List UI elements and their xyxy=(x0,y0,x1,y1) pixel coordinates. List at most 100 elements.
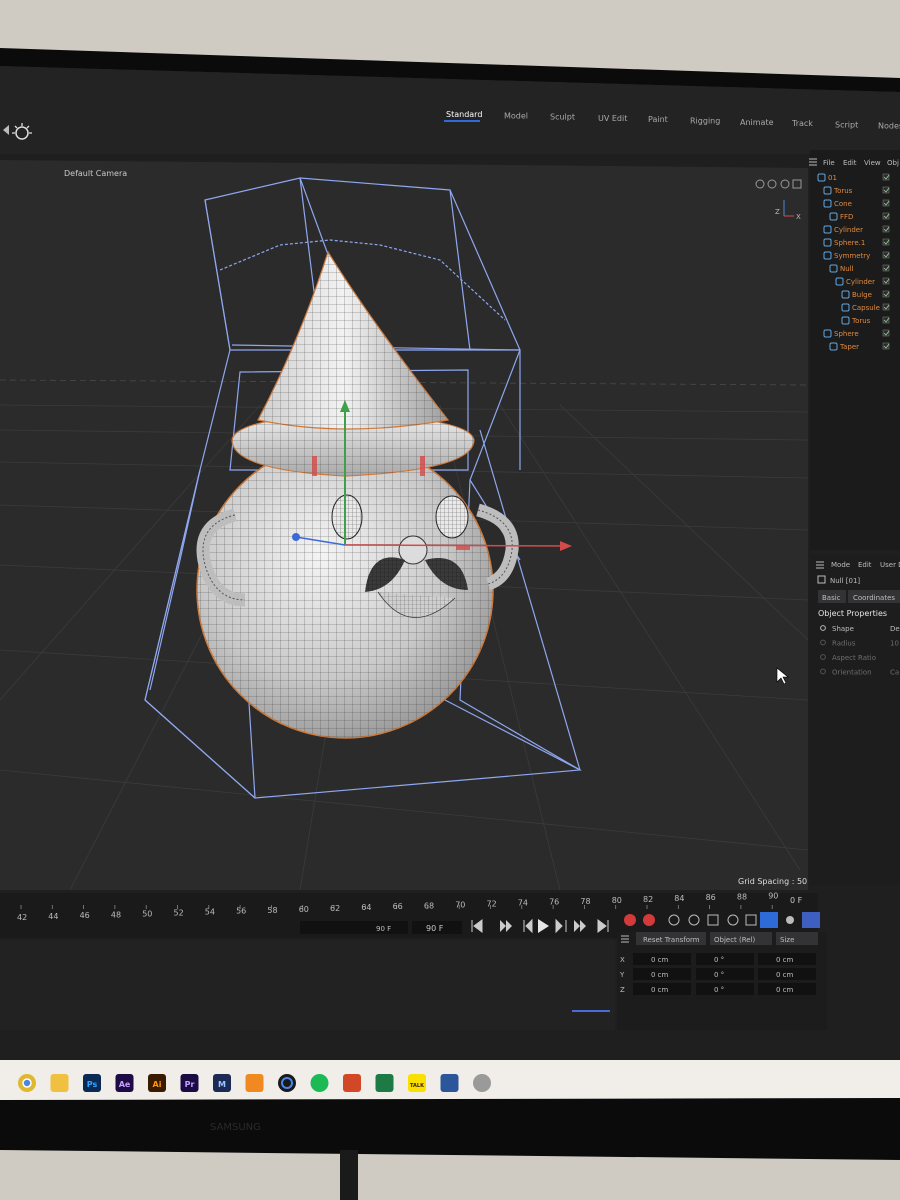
cinema4d-icon[interactable] xyxy=(278,1074,296,1092)
size-field-value: 0 cm xyxy=(776,971,794,979)
ruler-label: 50 xyxy=(142,909,152,918)
screen: Standard Model Sculpt UV Edit Paint Rigging An… xyxy=(0,66,900,1100)
tab-uv-edit[interactable]: UV Edit xyxy=(598,114,627,123)
tab-script[interactable]: Script xyxy=(835,120,858,129)
attr-field-label: Shape xyxy=(832,625,854,633)
axis-label: X xyxy=(620,956,625,964)
attr-field-label: Orientation xyxy=(832,669,872,677)
object-label: Capsule xyxy=(852,304,880,312)
sound-icon[interactable] xyxy=(786,916,794,924)
ruler-label: 88 xyxy=(737,892,747,901)
ruler-label: 70 xyxy=(455,900,465,909)
reset-transform-label: Reset Transform xyxy=(643,936,700,944)
size-field-value: 0 cm xyxy=(776,956,794,964)
coord-mode-label: Object (Rel) xyxy=(714,936,756,944)
attribute-manager xyxy=(810,555,900,885)
kakaotalk-icon[interactable]: TALK xyxy=(408,1074,426,1092)
ruler-label: 64 xyxy=(361,903,371,912)
tab-animate[interactable]: Animate xyxy=(740,118,774,127)
object-label: Cone xyxy=(834,200,852,208)
ruler-label: 60 xyxy=(299,905,309,914)
attr-field-value: Ca xyxy=(890,669,899,677)
ruler-label: 46 xyxy=(80,911,90,920)
illustrator-icon[interactable]: Ai xyxy=(148,1074,166,1092)
tab-standard[interactable]: Standard xyxy=(446,110,482,119)
ruler-label: 80 xyxy=(612,896,622,905)
grid-spacing-label: Grid Spacing : 50 cm xyxy=(738,877,822,886)
ruler-label: 68 xyxy=(424,901,434,910)
media-encoder-icon-label: M xyxy=(218,1080,226,1089)
tab-paint[interactable]: Paint xyxy=(648,115,668,124)
end-frame-field[interactable] xyxy=(300,921,408,934)
ruler-label: 66 xyxy=(393,902,403,911)
axis-x-label: X xyxy=(796,213,801,221)
ruler-label: 90 xyxy=(768,891,778,900)
om-menu-file[interactable]: File xyxy=(823,159,835,167)
size-field-value: 0 cm xyxy=(776,986,794,994)
ruler-label: 44 xyxy=(48,912,58,921)
om-menu-obj[interactable]: Obj xyxy=(887,159,899,167)
excel-icon[interactable] xyxy=(375,1074,394,1092)
attr-object-name: Null [01] xyxy=(830,577,860,585)
rotation-field-value: 0 ° xyxy=(714,971,724,979)
position-field-value: 0 cm xyxy=(651,986,669,994)
spotify-icon[interactable] xyxy=(310,1074,329,1092)
current-frame-field-value: 90 F xyxy=(426,924,444,933)
end-frame-value: 90 F xyxy=(376,925,391,933)
rotation-field[interactable] xyxy=(696,968,754,980)
tab-model[interactable]: Model xyxy=(504,111,528,120)
tab-nodes[interactable]: Nodes xyxy=(878,122,900,131)
keyframe-mode-icon[interactable] xyxy=(802,912,820,928)
object-label: Cylinder xyxy=(846,278,875,286)
blender-icon[interactable] xyxy=(245,1074,264,1092)
object-label: Bulge xyxy=(852,291,872,299)
object-label: Torus xyxy=(833,187,853,195)
size-select-label: Size xyxy=(780,936,794,944)
folder-icon[interactable] xyxy=(50,1074,69,1092)
section-title: Object Properties xyxy=(818,609,887,618)
premiere-icon[interactable]: Pr xyxy=(180,1074,199,1092)
camera-label[interactable]: Default Camera xyxy=(64,169,127,178)
monitor-brand: SAMSUNG xyxy=(210,1122,261,1133)
illustrator-icon-label: Ai xyxy=(153,1080,162,1089)
pla-key-icon[interactable] xyxy=(760,912,778,928)
taskbar-icons: Ps Ae Ai Pr M TALK xyxy=(18,1074,491,1092)
axis-label: Z xyxy=(620,986,625,994)
current-frame: 0 F xyxy=(790,896,803,905)
om-menu-edit[interactable]: Edit xyxy=(843,159,857,167)
ruler-label: 52 xyxy=(174,909,184,918)
rotation-field[interactable] xyxy=(696,953,754,965)
record-icon[interactable] xyxy=(624,914,636,926)
tab-track[interactable]: Track xyxy=(791,119,813,128)
active-tab-underline xyxy=(444,120,480,122)
attr-menu-1[interactable]: Edit xyxy=(858,561,872,569)
photoshop-icon[interactable]: Ps xyxy=(83,1074,101,1092)
tab-sculpt[interactable]: Sculpt xyxy=(550,113,575,122)
rotation-field[interactable] xyxy=(696,983,754,995)
ruler-label: 54 xyxy=(205,908,215,917)
attr-menu-2[interactable]: User D xyxy=(880,561,900,569)
ruler-label: 76 xyxy=(549,898,559,907)
photoshop-icon-label: Ps xyxy=(87,1080,98,1089)
apple-icon[interactable] xyxy=(473,1074,491,1092)
powerpoint-icon[interactable] xyxy=(343,1074,361,1092)
attr-field-value: 10 xyxy=(890,640,899,648)
om-menu-view[interactable]: View xyxy=(864,159,881,167)
ruler-label: 78 xyxy=(580,897,590,906)
ruler-label: 42 xyxy=(17,913,27,922)
object-label: Cylinder xyxy=(834,226,863,234)
after-effects-icon[interactable]: Ae xyxy=(115,1074,134,1092)
ruler-label: 48 xyxy=(111,910,121,919)
object-label: Torus xyxy=(851,317,871,325)
object-label: FFD xyxy=(840,213,853,221)
ruler-label: 74 xyxy=(518,899,528,908)
attr-menu-0[interactable]: Mode xyxy=(831,561,850,569)
coordinate-manager xyxy=(617,932,827,1030)
word-icon[interactable] xyxy=(440,1074,459,1092)
axis-z-label: Z xyxy=(775,208,780,216)
chrome-icon[interactable] xyxy=(18,1074,36,1092)
media-encoder-icon[interactable]: M xyxy=(213,1074,231,1092)
monitor-photo: Standard Model Sculpt UV Edit Paint Rigging An… xyxy=(0,0,900,1200)
tab-rigging[interactable]: Rigging xyxy=(690,117,720,126)
autokey-icon[interactable] xyxy=(643,914,655,926)
